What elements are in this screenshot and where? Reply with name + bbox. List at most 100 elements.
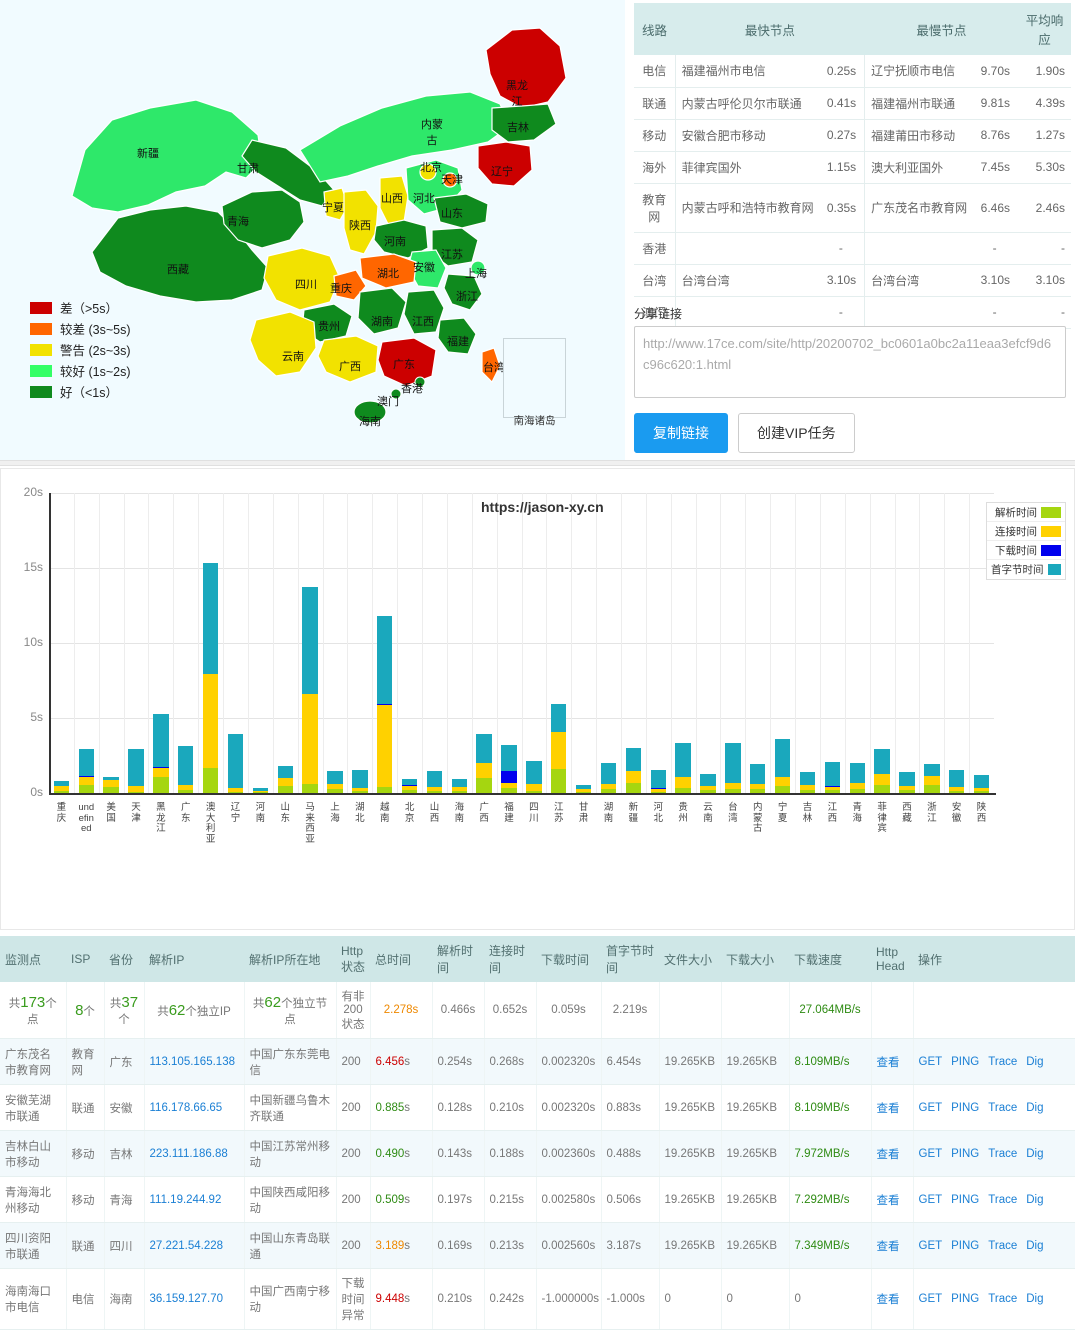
view-link[interactable]: 查看 [877,1294,900,1306]
op-link-get[interactable]: GET [919,1102,943,1114]
chart-bar[interactable] [178,746,193,793]
chart-bar[interactable] [327,771,342,793]
copy-link-button[interactable]: 复制链接 [634,413,728,453]
chart-bar[interactable] [924,764,939,793]
detail-http-head-link[interactable]: 查看 [871,1269,913,1330]
detail-http-head-link[interactable]: 查看 [871,1131,913,1177]
chart-bar[interactable] [352,770,367,793]
chart-bar[interactable] [651,770,666,793]
chart-bar[interactable] [402,779,417,793]
op-link-get[interactable]: GET [919,1056,943,1068]
detail-http-head-link[interactable]: 查看 [871,1039,913,1085]
view-link[interactable]: 查看 [877,1149,900,1161]
detail-table-row[interactable]: 海南海口市电信电信海南36.159.127.70中国广西南宁移动下载时间异常9.… [0,1269,1075,1330]
chart-bar[interactable] [526,761,541,793]
detail-http-head-link[interactable]: 查看 [871,1177,913,1223]
detail-operations[interactable]: GET PING Trace Dig [913,1177,1075,1223]
op-link-get[interactable]: GET [919,1148,943,1160]
chart-bar[interactable] [302,587,317,793]
op-link-get[interactable]: GET [919,1240,943,1252]
chart-legend-item[interactable]: 首字节时间 [987,560,1065,579]
chart-bar[interactable] [899,772,914,793]
op-link-trace[interactable]: Trace [988,1240,1017,1252]
view-link[interactable]: 查看 [877,1195,900,1207]
op-link-dig[interactable]: Dig [1026,1293,1043,1305]
detail-http-head-link[interactable]: 查看 [871,1085,913,1131]
chart-bar[interactable] [54,781,69,793]
op-link-get[interactable]: GET [919,1194,943,1206]
chart-plot-area[interactable] [49,493,994,793]
op-link-ping[interactable]: PING [951,1056,979,1068]
detail-operations[interactable]: GET PING Trace Dig [913,1223,1075,1269]
chart-bar[interactable] [675,743,690,793]
chart-bar[interactable] [476,734,491,793]
op-link-dig[interactable]: Dig [1026,1240,1043,1252]
op-link-trace[interactable]: Trace [988,1293,1017,1305]
chart-bar[interactable] [452,779,467,793]
chart-bar[interactable] [576,785,591,793]
chart-bar[interactable] [253,788,268,793]
chart-bar[interactable] [874,749,889,793]
detail-table-row[interactable]: 安徽芜湖市联通联通安徽116.178.66.65中国新疆乌鲁木齐联通2000.8… [0,1085,1075,1131]
chart-legend-item[interactable]: 连接时间 [987,522,1065,541]
chart-bar[interactable] [825,762,840,793]
detail-operations[interactable]: GET PING Trace Dig [913,1085,1075,1131]
op-link-trace[interactable]: Trace [988,1056,1017,1068]
detail-resolved-ip[interactable]: 116.178.66.65 [144,1085,244,1131]
chart-bar[interactable] [79,749,94,793]
chart-bar[interactable] [601,763,616,793]
detail-resolved-ip[interactable]: 111.19.244.92 [144,1177,244,1223]
chart-bar[interactable] [228,734,243,793]
view-link[interactable]: 查看 [877,1241,900,1253]
chart-legend-item[interactable]: 解析时间 [987,503,1065,522]
op-link-dig[interactable]: Dig [1026,1102,1043,1114]
op-link-trace[interactable]: Trace [988,1102,1017,1114]
create-vip-task-button[interactable]: 创建VIP任务 [738,413,855,453]
chart-bar[interactable] [850,763,865,793]
chart-bar[interactable] [128,749,143,793]
detail-operations[interactable]: GET PING Trace Dig [913,1131,1075,1177]
detail-http-head-link[interactable]: 查看 [871,1223,913,1269]
detail-table-row[interactable]: 吉林白山市移动移动吉林223.111.186.88中国江苏常州移动2000.49… [0,1131,1075,1177]
detail-operations[interactable]: GET PING Trace Dig [913,1039,1075,1085]
chart-bar[interactable] [203,563,218,793]
op-link-ping[interactable]: PING [951,1148,979,1160]
view-link[interactable]: 查看 [877,1057,900,1069]
chart-bar[interactable] [700,774,715,793]
op-link-ping[interactable]: PING [951,1293,979,1305]
detail-operations[interactable]: GET PING Trace Dig [913,1269,1075,1330]
op-link-dig[interactable]: Dig [1026,1194,1043,1206]
chart-bar[interactable] [800,772,815,793]
detail-table-row[interactable]: 青海海北州移动移动青海111.19.244.92中国陕西咸阳移动2000.509… [0,1177,1075,1223]
chart-bar[interactable] [725,743,740,793]
chart-bar[interactable] [103,777,118,793]
chart-bar[interactable] [501,745,516,793]
chart-legend-item[interactable]: 下载时间 [987,541,1065,560]
chart-bar[interactable] [949,770,964,793]
chart-bar[interactable] [750,764,765,793]
op-link-trace[interactable]: Trace [988,1148,1017,1160]
op-link-dig[interactable]: Dig [1026,1148,1043,1160]
view-link[interactable]: 查看 [877,1103,900,1115]
op-link-trace[interactable]: Trace [988,1194,1017,1206]
chart-bar[interactable] [626,748,641,793]
detail-resolved-ip[interactable]: 36.159.127.70 [144,1269,244,1330]
chart-bar[interactable] [278,766,293,793]
chart-bar[interactable] [427,771,442,793]
detail-resolved-ip[interactable]: 223.111.186.88 [144,1131,244,1177]
op-link-ping[interactable]: PING [951,1102,979,1114]
detail-resolved-ip[interactable]: 113.105.165.138 [144,1039,244,1085]
china-map[interactable]: 新疆内蒙古黑龙江吉林辽宁甘肃青海西藏宁夏陕西山西河北北京天津山东河南江苏安徽上海… [0,0,625,460]
share-link-input[interactable]: http://www.17ce.com/site/http/20200702_b… [634,326,1066,398]
detail-table-row[interactable]: 广东茂名市教育网教育网广东113.105.165.138中国广东东莞电信2006… [0,1039,1075,1085]
op-link-get[interactable]: GET [919,1293,943,1305]
detail-resolved-ip[interactable]: 27.221.54.228 [144,1223,244,1269]
op-link-dig[interactable]: Dig [1026,1056,1043,1068]
chart-bar[interactable] [974,775,989,793]
chart-bar[interactable] [377,616,392,793]
chart-bar[interactable] [153,714,168,793]
op-link-ping[interactable]: PING [951,1194,979,1206]
chart-bar[interactable] [775,739,790,793]
op-link-ping[interactable]: PING [951,1240,979,1252]
detail-table-row[interactable]: 四川资阳市联通联通四川27.221.54.228中国山东青岛联通2003.189… [0,1223,1075,1269]
